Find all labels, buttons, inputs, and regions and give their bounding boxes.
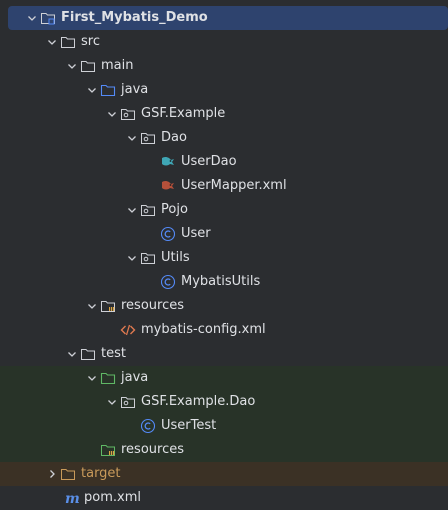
tree-item-label: UserDao: [181, 154, 237, 169]
tree-item-label: resources: [121, 442, 185, 457]
class-icon: [160, 274, 176, 290]
maven-icon: m: [64, 490, 80, 506]
chevron-down-icon[interactable]: [124, 130, 140, 146]
svg-text:m: m: [65, 491, 80, 506]
tree-item-pom[interactable]: m pom.xml: [0, 486, 448, 510]
tree-item-label: pom.xml: [84, 490, 141, 505]
tree-item-user[interactable]: User: [0, 222, 448, 246]
tree-item-label: test: [101, 346, 126, 361]
chevron-down-icon[interactable]: [104, 106, 120, 122]
tree-item-root[interactable]: First_Mybatis_Demo: [8, 6, 448, 30]
tree-item-user-mapper[interactable]: UserMapper.xml: [0, 174, 448, 198]
source-folder-icon: [100, 82, 116, 98]
project-tree: First_Mybatis_Demo src main java GSF.Exa…: [0, 0, 448, 509]
tree-item-user-dao[interactable]: UserDao: [0, 150, 448, 174]
test-resources-folder-icon: [100, 442, 116, 458]
tree-item-mybatis-config[interactable]: mybatis-config.xml: [0, 318, 448, 342]
tree-item-label: UserTest: [161, 418, 217, 433]
package-icon: [120, 106, 136, 122]
tree-item-label: main: [101, 58, 134, 73]
chevron-down-icon[interactable]: [124, 250, 140, 266]
package-icon: [140, 202, 156, 218]
tree-item-label: Pojo: [161, 202, 188, 217]
chevron-down-icon[interactable]: [24, 10, 40, 26]
tree-item-main-resources[interactable]: resources: [0, 294, 448, 318]
chevron-down-icon[interactable]: [64, 346, 80, 362]
chevron-down-icon[interactable]: [64, 58, 80, 74]
tree-item-label: mybatis-config.xml: [141, 322, 266, 337]
chevron-right-icon[interactable]: [44, 466, 60, 482]
tree-item-test-resources[interactable]: resources: [0, 438, 448, 462]
tree-item-package-main[interactable]: GSF.Example: [0, 102, 448, 126]
tree-item-label: java: [121, 370, 149, 385]
tree-item-mybatis-utils[interactable]: MybatisUtils: [0, 270, 448, 294]
tree-item-label: target: [81, 466, 121, 481]
tree-item-dao[interactable]: Dao: [0, 126, 448, 150]
xml-file-icon: [120, 322, 136, 338]
tree-item-label: Dao: [161, 130, 187, 145]
tree-item-label: GSF.Example.Dao: [141, 394, 256, 409]
package-icon: [120, 394, 136, 410]
tree-item-label: UserMapper.xml: [181, 178, 287, 193]
excluded-folder-icon: [60, 466, 76, 482]
folder-icon: [80, 58, 96, 74]
tree-item-label: java: [121, 82, 149, 97]
tree-item-main[interactable]: main: [0, 54, 448, 78]
folder-icon: [80, 346, 96, 362]
tree-item-utils[interactable]: Utils: [0, 246, 448, 270]
tree-item-test[interactable]: test: [0, 342, 448, 366]
chevron-down-icon[interactable]: [124, 202, 140, 218]
tree-item-user-test[interactable]: UserTest: [0, 414, 448, 438]
folder-icon: [60, 34, 76, 50]
mybatis-interface-icon: [160, 154, 176, 170]
tree-item-label: MybatisUtils: [181, 274, 261, 289]
tree-item-label: User: [181, 226, 211, 241]
tree-item-package-test[interactable]: GSF.Example.Dao: [0, 390, 448, 414]
chevron-down-icon[interactable]: [104, 394, 120, 410]
module-folder-icon: [40, 10, 56, 26]
chevron-down-icon[interactable]: [84, 82, 100, 98]
test-source-folder-icon: [100, 370, 116, 386]
class-icon: [160, 226, 176, 242]
tree-item-label: Utils: [161, 250, 190, 265]
tree-item-label: GSF.Example: [141, 106, 226, 121]
chevron-down-icon[interactable]: [44, 34, 60, 50]
package-icon: [140, 250, 156, 266]
tree-item-label: First_Mybatis_Demo: [61, 10, 208, 25]
tree-item-test-java[interactable]: java: [0, 366, 448, 390]
mybatis-mapper-icon: [160, 178, 176, 194]
tree-item-pojo[interactable]: Pojo: [0, 198, 448, 222]
tree-item-target[interactable]: target: [0, 462, 448, 486]
chevron-down-icon[interactable]: [84, 370, 100, 386]
tree-item-label: src: [81, 34, 100, 49]
class-icon: [140, 418, 156, 434]
resources-folder-icon: [100, 298, 116, 314]
chevron-down-icon[interactable]: [84, 298, 100, 314]
tree-item-main-java[interactable]: java: [0, 78, 448, 102]
tree-item-label: resources: [121, 298, 185, 313]
package-icon: [140, 130, 156, 146]
tree-item-src[interactable]: src: [0, 30, 448, 54]
